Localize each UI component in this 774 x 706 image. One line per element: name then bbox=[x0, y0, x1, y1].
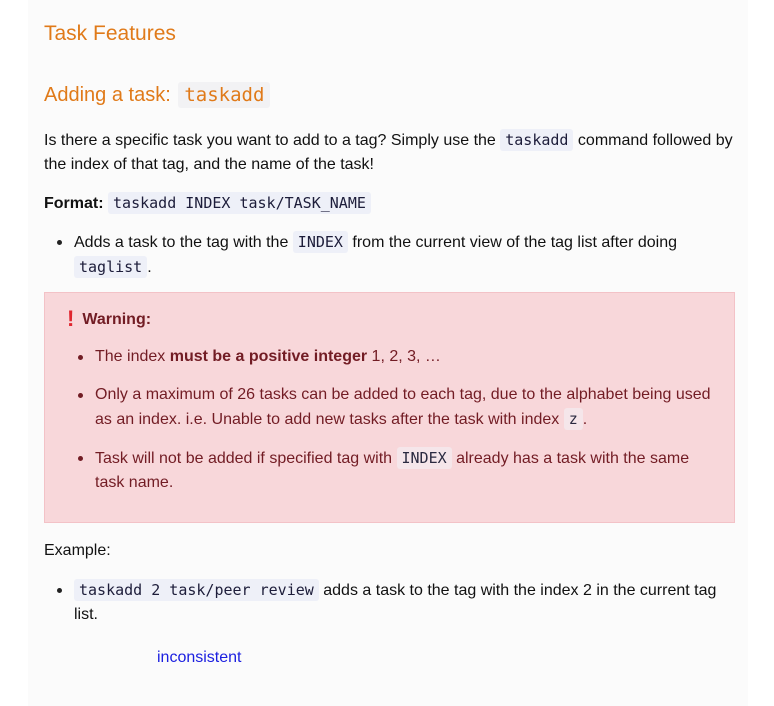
list-item: Only a maximum of 26 tasks can be added … bbox=[65, 383, 715, 432]
exclamation-icon: ! bbox=[67, 306, 75, 331]
intro-text-1: Is there a specific task you want to add… bbox=[44, 132, 501, 149]
format-bullet-list: Adds a task to the tag with the INDEX fr… bbox=[44, 230, 734, 280]
warning-text: Task will not be added if specified tag … bbox=[95, 450, 397, 467]
warning-box: ! Warning: The index must be a positive i… bbox=[44, 292, 735, 523]
format-code: taskadd INDEX task/TASK_NAME bbox=[108, 192, 371, 214]
index-code: INDEX bbox=[396, 447, 452, 469]
warning-text: The index bbox=[95, 348, 170, 365]
intro-code: taskadd bbox=[500, 129, 574, 151]
section-title: Task Features bbox=[44, 22, 176, 45]
example-list: taskadd 2 task/peer review adds a task t… bbox=[44, 578, 734, 627]
taglist-code: taglist bbox=[74, 256, 148, 278]
intro-paragraph: Is there a specific task you want to add… bbox=[44, 128, 734, 177]
list-item: Adds a task to the tag with the INDEX fr… bbox=[44, 230, 734, 280]
example-code: taskadd 2 task/peer review bbox=[74, 579, 319, 601]
subsection-title-text: Adding a task: bbox=[44, 84, 177, 106]
warning-bold-text: must be a positive integer bbox=[169, 348, 368, 365]
warning-text: 1, 2, 3, … bbox=[367, 348, 441, 365]
list-item: The index must be a positive integer 1, … bbox=[65, 345, 715, 369]
list-item: taskadd 2 task/peer review adds a task t… bbox=[44, 578, 734, 627]
index-code: INDEX bbox=[292, 231, 348, 253]
z-code: z bbox=[563, 408, 583, 430]
subsection-title-code: taskadd bbox=[178, 82, 271, 108]
format-line: Format: taskadd INDEX task/TASK_NAME bbox=[44, 191, 371, 216]
bullet-text: from the current view of the tag list af… bbox=[347, 234, 677, 251]
warning-heading: ! Warning: bbox=[67, 307, 151, 332]
format-label: Format: bbox=[44, 195, 104, 212]
warning-title: Warning: bbox=[82, 311, 152, 328]
list-item: Task will not be added if specified tag … bbox=[65, 446, 715, 495]
example-label: Example: bbox=[44, 542, 111, 559]
subsection-title: Adding a task: taskadd bbox=[44, 82, 271, 108]
warning-text: Only a maximum of 26 tasks can be added … bbox=[95, 386, 711, 428]
bullet-text: Adds a task to the tag with the bbox=[74, 234, 293, 251]
page-container: Task Features Adding a task: taskadd Is … bbox=[28, 0, 748, 706]
warning-list: The index must be a positive integer 1, … bbox=[65, 345, 715, 509]
inconsistent-link[interactable]: inconsistent bbox=[157, 649, 242, 667]
bullet-text: . bbox=[147, 259, 152, 276]
warning-text: . bbox=[582, 411, 588, 428]
